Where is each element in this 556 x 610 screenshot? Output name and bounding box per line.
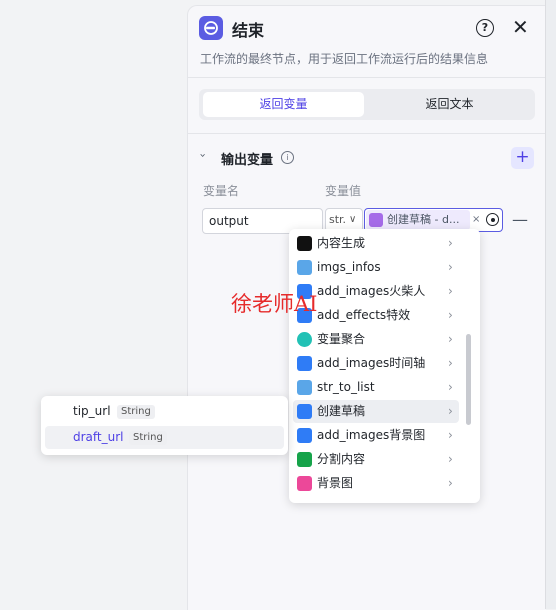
dropdown-scrollbar[interactable] [466, 334, 471, 425]
list-item-label: add_images背景图 [317, 428, 426, 442]
code-split-icon [297, 452, 312, 467]
plugin-play-icon [297, 404, 312, 419]
node-title: 结束 [232, 21, 265, 40]
list-item[interactable]: imgs_infos › [293, 256, 459, 279]
chevron-right-icon: › [448, 428, 453, 442]
help-icon[interactable]: ? [476, 19, 494, 37]
node-variable-dropdown: 内容生成 › imgs_infos › add_images火柴人 › add_… [289, 229, 480, 503]
list-item-label: 内容生成 [317, 236, 366, 250]
end-node-icon [199, 16, 223, 40]
plugin-play-icon [297, 356, 312, 371]
code-globe-icon [297, 380, 312, 395]
list-item-label: 背景图 [317, 476, 354, 490]
tab-return-text[interactable]: 返回文本 [369, 92, 530, 117]
chevron-right-icon: › [448, 452, 453, 466]
column-label-name: 变量名 [203, 184, 240, 198]
chevron-right-icon: › [448, 404, 453, 418]
divider [187, 133, 545, 134]
workflow-canvas [0, 0, 187, 609]
reference-label: 创建草稿 - d... [387, 213, 460, 226]
list-item[interactable]: 分割内容 › [293, 448, 459, 471]
close-icon[interactable]: ✕ [512, 16, 529, 38]
list-item-label: 分割内容 [317, 452, 366, 466]
remove-reference-icon[interactable]: × [472, 210, 480, 230]
list-item-label: 创建草稿 [317, 404, 366, 418]
field-name: tip_url [73, 404, 111, 418]
divider [187, 77, 545, 78]
variable-merge-icon [297, 332, 312, 347]
list-item[interactable]: add_images火柴人 › [293, 280, 459, 303]
section-title: 输出变量 [221, 153, 274, 168]
chevron-right-icon: › [448, 260, 453, 274]
list-item-label: add_images时间轴 [317, 356, 426, 370]
list-item[interactable]: draft_url String [45, 426, 284, 449]
content-gen-icon [297, 236, 312, 251]
info-icon[interactable]: i [281, 151, 294, 164]
chevron-down-icon[interactable]: › [197, 153, 210, 157]
add-variable-button[interactable]: + [511, 147, 534, 169]
list-item[interactable]: add_effects特效 › [293, 304, 459, 327]
remove-row-button[interactable]: — [512, 210, 528, 229]
target-icon[interactable] [486, 213, 499, 226]
node-description: 工作流的最终节点，用于返回工作流运行后的结果信息 [200, 52, 489, 66]
list-item-label: imgs_infos [317, 260, 381, 274]
field-type-badge: String [129, 431, 167, 445]
reference-chip[interactable]: 创建草稿 - d... × [366, 210, 480, 230]
return-mode-tabs: 返回变量 返回文本 [199, 89, 535, 120]
chevron-right-icon: › [448, 476, 453, 490]
field-type-badge: String [117, 405, 155, 419]
list-item[interactable]: add_images背景图 › [293, 424, 459, 447]
chevron-right-icon: › [448, 332, 453, 346]
code-globe-icon [297, 260, 312, 275]
list-item[interactable]: 背景图 › [293, 472, 459, 495]
image-gen-icon [297, 476, 312, 491]
field-name: draft_url [73, 430, 124, 444]
list-item[interactable]: 变量聚合 › [293, 328, 459, 351]
plugin-play-icon [297, 428, 312, 443]
list-item-label: str_to_list [317, 380, 375, 394]
list-item[interactable]: tip_url String [45, 400, 284, 423]
chevron-down-icon: ∨ [349, 214, 357, 225]
list-item[interactable]: str_to_list › [293, 376, 459, 399]
tab-return-variable[interactable]: 返回变量 [203, 92, 364, 117]
type-select-value: str. [329, 213, 347, 226]
chevron-right-icon: › [448, 308, 453, 322]
list-item[interactable]: add_images时间轴 › [293, 352, 459, 375]
panel-edge [545, 0, 556, 609]
list-item-label: add_images火柴人 [317, 284, 426, 298]
chevron-right-icon: › [448, 284, 453, 298]
output-fields-popup: tip_url String draft_url String [41, 396, 288, 455]
column-label-value: 变量值 [325, 184, 362, 198]
chevron-right-icon: › [448, 380, 453, 394]
watermark: 徐老师AI [231, 292, 318, 316]
list-item-label: 变量聚合 [317, 332, 366, 346]
chevron-right-icon: › [448, 236, 453, 250]
list-item[interactable]: 内容生成 › [293, 232, 459, 255]
list-item-label: add_effects特效 [317, 308, 411, 322]
chevron-right-icon: › [448, 356, 453, 370]
draft-node-icon [369, 213, 383, 227]
list-item[interactable]: 创建草稿 › [293, 400, 459, 423]
